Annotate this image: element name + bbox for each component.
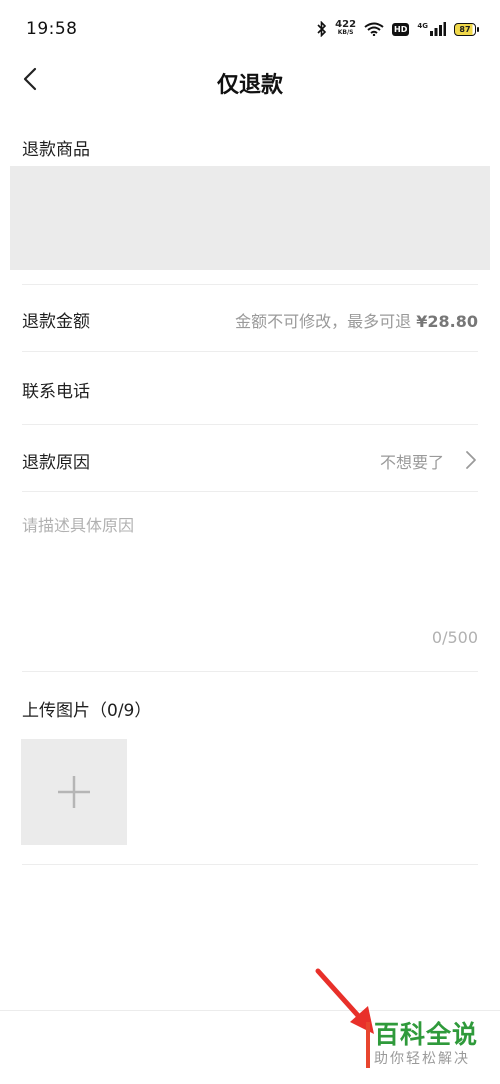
bottom-bar — [0, 1010, 500, 1011]
refund-amount-label: 退款金额 — [22, 312, 90, 332]
contact-phone-row[interactable]: 联系电话 — [0, 369, 500, 409]
net-speed-unit: KB/S — [337, 29, 354, 36]
divider — [22, 491, 478, 492]
contact-phone-label: 联系电话 — [22, 382, 90, 402]
status-time: 19:58 — [26, 19, 78, 39]
wifi-icon — [364, 22, 384, 36]
upload-label: 上传图片（0/9） — [22, 701, 152, 721]
chevron-right-icon — [466, 451, 476, 469]
add-photo-button[interactable] — [21, 739, 127, 845]
bluetooth-icon — [317, 21, 327, 37]
refund-amount-note: 金额不可修改，最多可退 — [235, 312, 412, 331]
divider — [22, 284, 478, 285]
page-title: 仅退款 — [216, 73, 283, 98]
net-speed: 422 KB/S — [335, 19, 357, 37]
description-placeholder: 请描述具体原因 — [22, 516, 135, 535]
char-count: 0/500 — [431, 628, 478, 647]
net-speed-value: 422 — [335, 19, 357, 30]
description-input[interactable]: 请描述具体原因 0/500 — [22, 512, 478, 658]
status-icons: 422 KB/S HD 4G 87 — [317, 19, 479, 37]
plus-icon — [58, 776, 90, 808]
refund-amount-row: 退款金额 金额不可修改，最多可退 ¥28.80 — [0, 299, 500, 339]
signal-icon: 4G — [417, 22, 446, 36]
status-bar: 19:58 422 KB/S HD 4G 87 — [0, 0, 500, 58]
refund-reason-row[interactable]: 退款原因 不想要了 — [0, 440, 500, 480]
watermark-bar — [366, 1022, 370, 1068]
refund-amount-value: 金额不可修改，最多可退 ¥28.80 — [235, 308, 478, 332]
divider — [22, 351, 478, 352]
product-label: 退款商品 — [22, 140, 90, 160]
refund-reason-value: 不想要了 — [379, 453, 444, 472]
divider — [22, 671, 478, 672]
network-type: 4G — [417, 22, 428, 30]
divider — [22, 424, 478, 425]
product-card[interactable] — [10, 166, 490, 270]
refund-reason-label: 退款原因 — [22, 453, 90, 473]
red-arrow-icon — [315, 968, 374, 1034]
watermark: 百科全说 助你轻松解决 — [374, 1020, 494, 1068]
watermark-title: 百科全说 — [374, 1020, 479, 1049]
watermark-subtitle: 助你轻松解决 — [374, 1051, 470, 1067]
nav-bar: 仅退款 — [0, 58, 500, 102]
divider — [22, 864, 478, 865]
refund-amount: ¥28.80 — [416, 312, 478, 331]
battery-icon: 87 — [454, 22, 479, 36]
hd-badge: HD — [392, 22, 410, 36]
